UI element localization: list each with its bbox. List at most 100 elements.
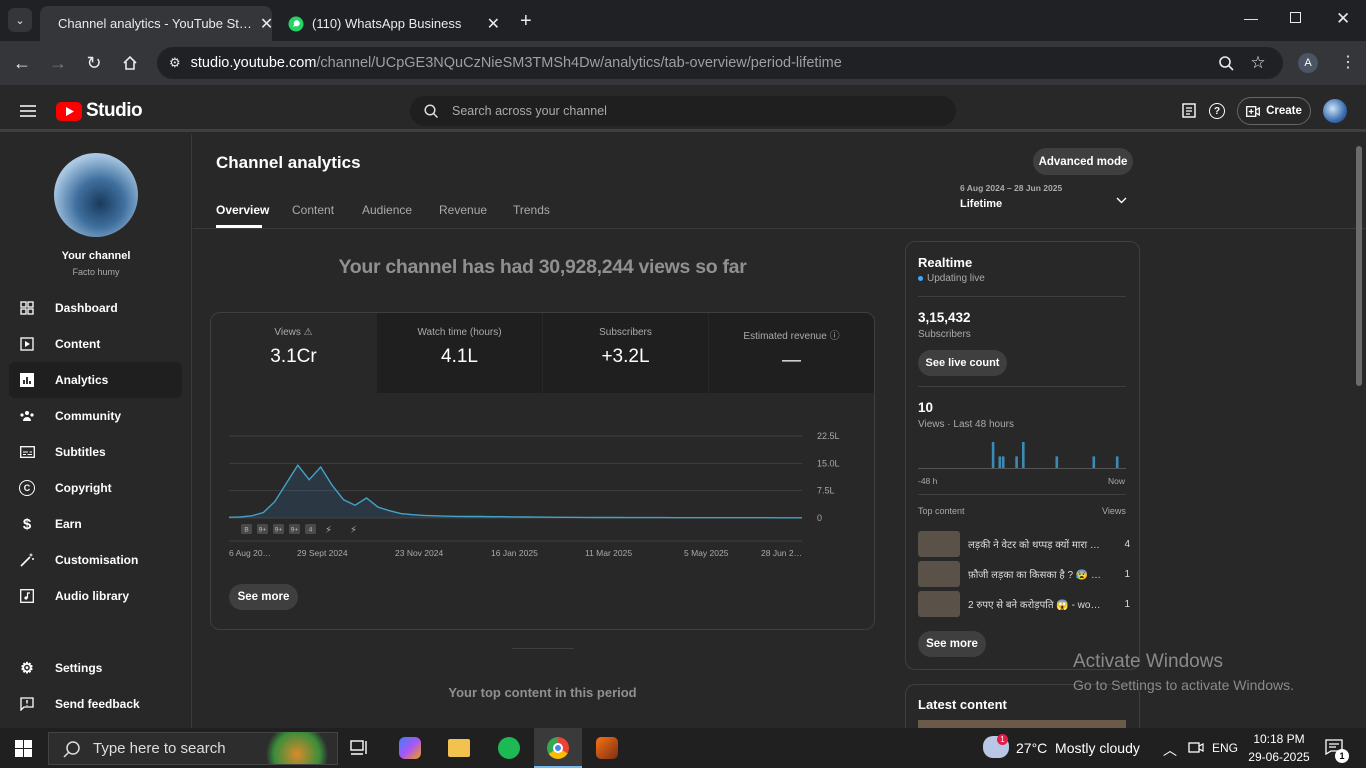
gear-icon: ⚙: [20, 660, 34, 677]
latest-content-title: Latest content: [918, 697, 1007, 712]
fl-studio-icon[interactable]: [596, 737, 618, 759]
tab-overview[interactable]: Overview: [216, 203, 269, 217]
realtime-bar[interactable]: [1092, 456, 1096, 468]
channel-avatar[interactable]: [54, 153, 138, 237]
video-marker-label: 9+: [259, 527, 267, 534]
content-icon: [19, 336, 35, 352]
chevron-up-icon[interactable]: ︿: [1163, 740, 1177, 760]
browser-tab-whatsapp[interactable]: (110) WhatsApp Business ✕: [278, 6, 510, 41]
customisation-icon: [19, 552, 35, 568]
clock-date[interactable]: 29-06-2025: [1246, 750, 1312, 764]
realtime-status-text: Updating live: [927, 273, 985, 284]
page-scrollbar[interactable]: [1356, 146, 1362, 386]
sidebar-item-earn[interactable]: $ Earn: [9, 506, 182, 542]
site-info-icon[interactable]: ⚙: [169, 55, 181, 71]
close-icon[interactable]: ✕: [487, 14, 500, 34]
sidebar-item-audio-library[interactable]: Audio library: [9, 578, 182, 614]
language-indicator[interactable]: ENG: [1212, 741, 1238, 755]
back-arrow-icon[interactable]: ←: [10, 51, 34, 75]
realtime-bar[interactable]: [1115, 456, 1119, 468]
close-icon[interactable]: ✕: [260, 14, 272, 34]
copyright-icon: C: [19, 480, 35, 496]
file-explorer-icon[interactable]: [448, 739, 470, 757]
account-avatar[interactable]: [1323, 99, 1347, 123]
realtime-bar[interactable]: [1015, 456, 1018, 468]
latest-content-thumbnail[interactable]: [918, 720, 1126, 728]
zoom-icon[interactable]: [1214, 51, 1238, 75]
sidebar-item-analytics[interactable]: Analytics: [9, 362, 182, 398]
link-marker-icon[interactable]: ⚡: [350, 525, 357, 536]
list-item[interactable]: लड़की ने वेटर को थप्पड़ क्यों मारा … 4: [918, 531, 1130, 557]
close-window-icon[interactable]: ✕: [1336, 9, 1350, 29]
sidebar-item-label: Analytics: [55, 373, 109, 387]
tab-audience[interactable]: Audience: [362, 203, 412, 217]
sidebar-item-dashboard[interactable]: Dashboard: [9, 290, 182, 326]
realtime-see-more-button[interactable]: See more: [918, 631, 986, 657]
copilot-icon[interactable]: [399, 737, 421, 759]
more-vert-icon[interactable]: ⋮: [1340, 52, 1356, 72]
restore-icon[interactable]: [1290, 12, 1301, 23]
realtime-bar-chart[interactable]: [918, 438, 1126, 470]
spotify-icon[interactable]: [498, 737, 520, 759]
link-marker-icon[interactable]: ⚡: [325, 525, 332, 536]
bookmark-star-icon[interactable]: ☆: [1246, 51, 1270, 75]
tab-label: (110) WhatsApp Business: [312, 16, 462, 31]
realtime-bar[interactable]: [1022, 442, 1025, 468]
realtime-bar[interactable]: [1055, 456, 1059, 468]
y-tick-label: 15.0L: [817, 458, 840, 468]
weather-badge: 1: [997, 734, 1008, 745]
realtime-bar[interactable]: [1001, 456, 1005, 468]
tab-trends[interactable]: Trends: [513, 203, 550, 217]
metric-subscribers[interactable]: Subscribers +3.2L: [543, 313, 708, 393]
tab-revenue[interactable]: Revenue: [439, 203, 487, 217]
views-line-chart[interactable]: 22.5L 15.0L 7.5L 0 B 9+ 9+ 9+ 4 ⚡ ⚡ 6 Aug 20… 29 Sep…: [220, 420, 860, 565]
help-icon[interactable]: ?: [1209, 103, 1225, 119]
metric-estimated-revenue[interactable]: Estimated revenue ⓘ —: [709, 313, 874, 393]
realtime-bar[interactable]: [991, 442, 995, 468]
url-bar[interactable]: ⚙ studio.youtube.com/channel/UCpGE3NQuCz…: [157, 47, 1283, 79]
new-tab-plus-icon[interactable]: +: [520, 10, 532, 33]
y-tick-label: 22.5L: [817, 431, 840, 441]
chrome-icon[interactable]: [547, 737, 569, 759]
tab-search-button[interactable]: ⌄: [8, 8, 32, 32]
channel-search-input[interactable]: Search across your channel: [410, 96, 956, 126]
list-item[interactable]: 2 रुपए से बने करोड़पति 😱 - wo… 1: [918, 591, 1130, 617]
sidebar-item-settings[interactable]: ⚙ Settings: [9, 650, 182, 686]
advanced-mode-button[interactable]: Advanced mode: [1033, 148, 1133, 175]
views-column-label: Views: [1102, 506, 1126, 516]
sidebar-item-send-feedback[interactable]: Send feedback: [9, 686, 182, 722]
sidebar-item-subtitles[interactable]: Subtitles: [9, 434, 182, 470]
meet-now-icon[interactable]: [1188, 740, 1204, 759]
metric-label: Views: [274, 327, 301, 338]
search-icon: [63, 740, 80, 758]
sidebar-item-community[interactable]: Community: [9, 398, 182, 434]
minimize-icon[interactable]: —: [1244, 10, 1258, 26]
see-more-button[interactable]: See more: [229, 584, 298, 610]
views-headline: Your channel has had 30,928,244 views so…: [338, 256, 747, 278]
realtime-bar[interactable]: [998, 456, 1002, 468]
metric-watch-time[interactable]: Watch time (hours) 4.1L: [377, 313, 542, 393]
metric-views[interactable]: Views ⚠ 3.1Cr: [211, 313, 376, 393]
weather-text[interactable]: 27°C Mostly cloudy: [1016, 740, 1140, 756]
period-selector[interactable]: 6 Aug 2024 – 28 Jun 2025 Lifetime: [960, 183, 1130, 219]
sidebar-item-customisation[interactable]: Customisation: [9, 542, 182, 578]
forward-arrow-icon[interactable]: →: [46, 51, 70, 75]
clock-time[interactable]: 10:18 PM: [1246, 732, 1312, 746]
see-live-count-button[interactable]: See live count: [918, 350, 1007, 376]
notes-icon[interactable]: [1182, 103, 1196, 123]
studio-logo[interactable]: Studio: [56, 100, 143, 122]
sidebar-item-copyright[interactable]: C Copyright: [9, 470, 182, 506]
reload-icon[interactable]: ↻: [82, 51, 106, 75]
create-button[interactable]: Create: [1237, 97, 1311, 125]
list-item[interactable]: फ़ौजी लड़का का किसका है ? 😰 … 1: [918, 561, 1130, 587]
profile-avatar[interactable]: A: [1298, 53, 1318, 73]
home-icon[interactable]: [118, 51, 142, 75]
hamburger-menu-icon[interactable]: [20, 104, 36, 122]
windows-start-icon[interactable]: [15, 740, 32, 762]
video-thumbnail: [918, 591, 960, 617]
task-view-icon[interactable]: [350, 740, 370, 761]
tab-content[interactable]: Content: [292, 203, 334, 217]
sidebar-item-label: Earn: [55, 517, 82, 531]
browser-tab-youtube-studio[interactable]: Channel analytics - YouTube St… ✕: [40, 6, 272, 41]
sidebar-item-content[interactable]: Content: [9, 326, 182, 362]
